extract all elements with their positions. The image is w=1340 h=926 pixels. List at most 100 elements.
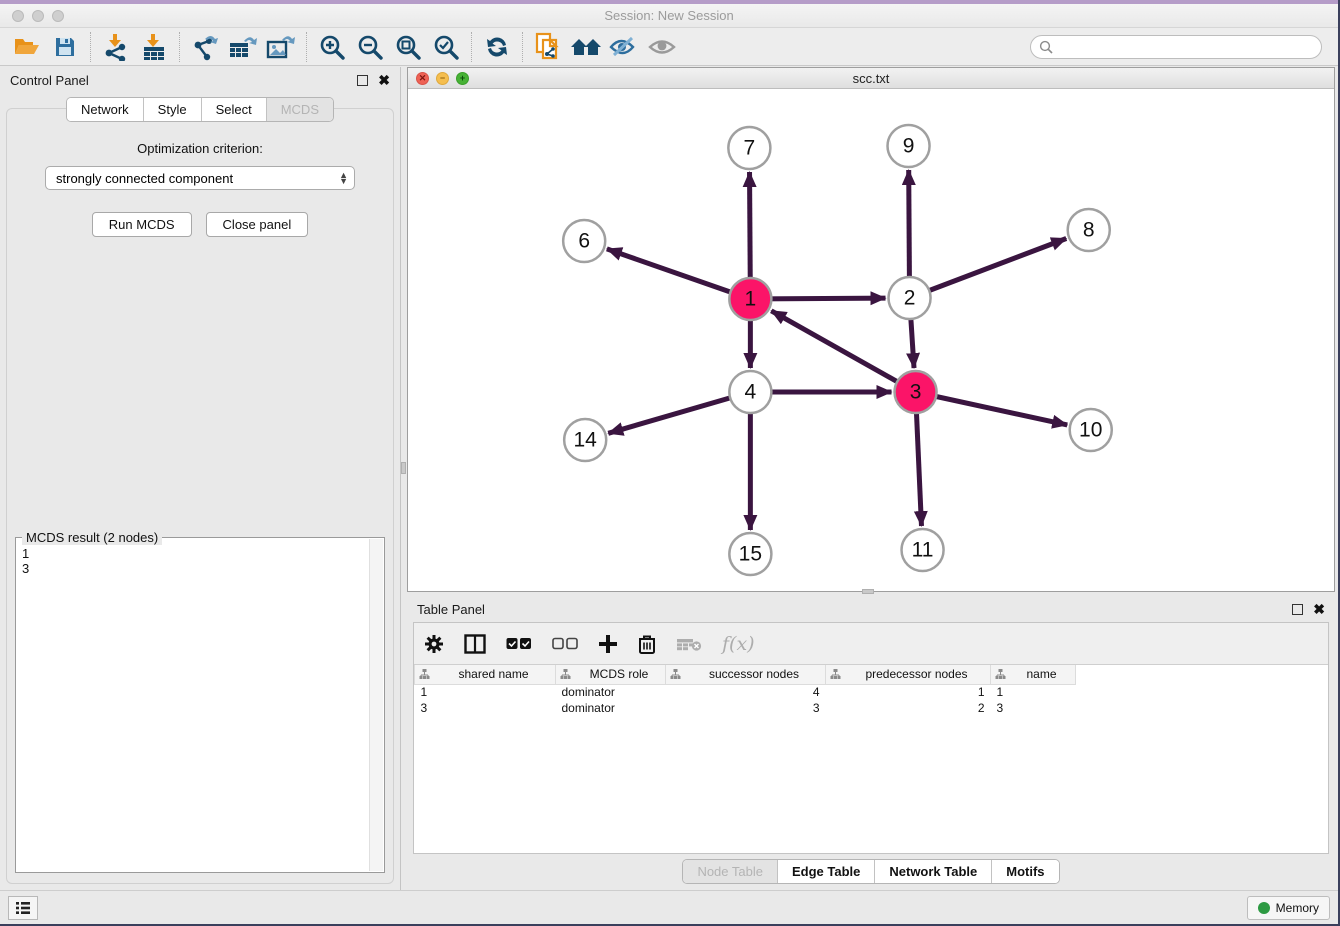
table-cell-empty <box>1076 684 1329 700</box>
tab-mcds[interactable]: MCDS <box>267 98 333 121</box>
mcds-result-group: MCDS result (2 nodes) 1 3 <box>15 537 385 873</box>
mcds-result-title: MCDS result (2 nodes) <box>22 530 162 545</box>
zoom-in-button[interactable] <box>313 31 351 63</box>
import-network-icon <box>103 33 129 61</box>
column-header-predecessor-nodes[interactable]: predecessor nodes <box>826 665 991 684</box>
clone-network-button[interactable] <box>529 31 567 63</box>
float-table-panel-icon[interactable] <box>1292 604 1303 615</box>
apply-layout-button[interactable] <box>478 31 516 63</box>
titlebar: Session: New Session <box>0 4 1338 28</box>
graph-node-label: 10 <box>1079 419 1102 442</box>
add-column-button[interactable] <box>598 634 618 654</box>
graph-edge-1-6[interactable] <box>607 249 750 299</box>
open-session-button[interactable] <box>8 31 46 63</box>
memory-status-dot <box>1258 902 1270 914</box>
table-cell[interactable]: 1 <box>991 684 1076 700</box>
tab-motifs[interactable]: Motifs <box>992 860 1058 883</box>
table-options-button[interactable] <box>424 634 444 654</box>
memory-button[interactable]: Memory <box>1247 896 1330 920</box>
export-table-button[interactable] <box>224 31 262 63</box>
delete-table-button[interactable] <box>676 636 702 652</box>
export-image-button[interactable] <box>262 31 300 63</box>
search-input[interactable] <box>1058 40 1313 54</box>
show-all-button[interactable] <box>643 31 681 63</box>
graph-edge-3-10[interactable] <box>916 392 1068 425</box>
table-cell[interactable]: 2 <box>826 700 991 716</box>
toolbar-separator <box>179 32 180 62</box>
function-builder-button[interactable]: f(x) <box>722 633 755 655</box>
close-panel-button[interactable]: Close panel <box>206 212 309 237</box>
tab-style[interactable]: Style <box>144 98 202 121</box>
table-cell[interactable]: dominator <box>556 684 666 700</box>
run-mcds-button[interactable]: Run MCDS <box>92 212 192 237</box>
table-row[interactable]: 3dominator323 <box>415 700 1329 716</box>
column-header-shared-name[interactable]: shared name <box>415 665 556 684</box>
first-neighbors-button[interactable] <box>567 31 605 63</box>
table-cell[interactable]: 1 <box>415 684 556 700</box>
node-table: shared nameMCDS rolesuccessor nodesprede… <box>414 665 1328 716</box>
zoom-out-button[interactable] <box>351 31 389 63</box>
zoom-selected-button[interactable] <box>427 31 465 63</box>
float-panel-icon[interactable] <box>357 75 368 86</box>
optimization-criterion-label: Optimization criterion: <box>7 141 393 156</box>
graph-node-label: 2 <box>904 287 916 310</box>
table-cell[interactable]: 1 <box>826 684 991 700</box>
application-window: Session: New Session <box>0 0 1340 926</box>
tree-icon <box>560 669 571 679</box>
select-all-button[interactable] <box>506 637 532 651</box>
column-header-MCDS-role[interactable]: MCDS role <box>556 665 666 684</box>
table-row[interactable]: 1dominator411 <box>415 684 1329 700</box>
zoom-fit-button[interactable] <box>389 31 427 63</box>
graph-node-label: 8 <box>1083 219 1095 242</box>
vertical-splitter-handle[interactable] <box>401 462 406 474</box>
close-table-panel-icon[interactable]: ✖ <box>1313 602 1325 616</box>
table-cell[interactable]: 3 <box>415 700 556 716</box>
delete-column-button[interactable] <box>638 634 656 654</box>
zoom-fit-icon <box>395 34 421 60</box>
plus-icon <box>598 634 618 654</box>
close-panel-icon[interactable]: ✖ <box>378 73 390 87</box>
export-network-icon <box>191 33 219 61</box>
table-panel: Table Panel ✖ <box>407 596 1335 890</box>
dropdown-stepper-icon: ▲▼ <box>339 172 348 184</box>
criterion-dropdown[interactable]: strongly connected component ▲▼ <box>45 166 355 190</box>
search-icon <box>1039 40 1053 54</box>
graph-edge-2-8[interactable] <box>910 239 1067 298</box>
table-cell-empty <box>1076 700 1329 716</box>
tab-network-table[interactable]: Network Table <box>875 860 992 883</box>
export-network-button[interactable] <box>186 31 224 63</box>
show-column-panel-button[interactable] <box>464 634 486 654</box>
network-window-titlebar[interactable]: ✕ − + scc.txt <box>408 68 1334 89</box>
tab-select[interactable]: Select <box>202 98 267 121</box>
column-header-name[interactable]: name <box>991 665 1076 684</box>
graph-edge-3-1[interactable] <box>771 311 915 392</box>
search-field[interactable] <box>1030 35 1322 59</box>
table-cell[interactable]: dominator <box>556 700 666 716</box>
hide-selected-button[interactable] <box>605 31 643 63</box>
save-session-button[interactable] <box>46 31 84 63</box>
table-panel-title: Table Panel <box>417 602 485 617</box>
tab-network[interactable]: Network <box>67 98 144 121</box>
table-toolbar: f(x) <box>414 623 1328 665</box>
table-cell[interactable]: 3 <box>666 700 826 716</box>
graph-node-label: 3 <box>910 381 922 404</box>
network-canvas[interactable]: 7968124314101511 <box>408 89 1334 591</box>
graph-node-label: 1 <box>745 288 757 311</box>
task-history-button[interactable] <box>8 896 38 920</box>
zoom-out-icon <box>357 34 383 60</box>
result-scrollbar[interactable] <box>369 539 383 871</box>
horizontal-splitter-handle[interactable] <box>862 589 874 594</box>
save-floppy-icon <box>53 35 77 59</box>
control-panel-header: Control Panel ✖ <box>0 67 400 93</box>
tab-node-table[interactable]: Node Table <box>683 860 778 883</box>
zoom-in-icon <box>319 34 345 60</box>
deselect-all-button[interactable] <box>552 637 578 651</box>
table-cell[interactable]: 4 <box>666 684 826 700</box>
column-header-successor-nodes[interactable]: successor nodes <box>666 665 826 684</box>
import-table-button[interactable] <box>135 31 173 63</box>
tab-edge-table[interactable]: Edge Table <box>778 860 875 883</box>
unchecked-boxes-icon <box>552 637 578 651</box>
graph-node-label: 9 <box>903 135 915 158</box>
table-cell[interactable]: 3 <box>991 700 1076 716</box>
import-network-button[interactable] <box>97 31 135 63</box>
